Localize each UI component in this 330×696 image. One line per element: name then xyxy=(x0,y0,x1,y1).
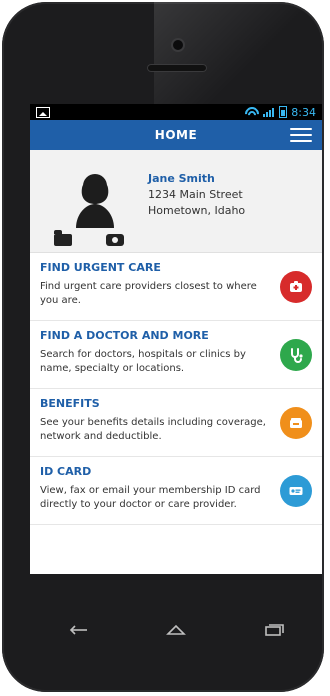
phone-frame: 8:34 HOME Jane Smith 1234 Main Street Ho… xyxy=(2,2,324,692)
home-glyph xyxy=(166,624,186,635)
list-item-desc: Search for doctors, hospitals or clinics… xyxy=(40,349,246,375)
page-title: HOME xyxy=(154,128,198,142)
menu-list: FIND URGENT CARE Find urgent care provid… xyxy=(30,253,322,525)
id-card-glyph xyxy=(289,487,303,495)
camera-icon[interactable] xyxy=(106,234,124,246)
list-item-title: FIND URGENT CARE xyxy=(40,261,161,274)
status-right: 8:34 xyxy=(245,106,316,119)
back-glyph xyxy=(69,625,87,635)
id-card-icon xyxy=(280,475,312,507)
list-item-title: BENEFITS xyxy=(40,397,100,410)
list-item-title: FIND A DOCTOR AND MORE xyxy=(40,329,209,342)
signal-icon xyxy=(263,107,275,117)
list-item-title: ID CARD xyxy=(40,465,92,478)
list-item-urgent-care[interactable]: FIND URGENT CARE Find urgent care provid… xyxy=(30,253,322,321)
status-bar: 8:34 xyxy=(30,104,322,120)
list-item-doctor[interactable]: FIND A DOCTOR AND MORE Search for doctor… xyxy=(30,321,322,389)
benefits-box-glyph xyxy=(290,418,302,428)
back-icon[interactable] xyxy=(65,622,93,638)
recent-apps-icon[interactable] xyxy=(259,622,287,638)
list-item-benefits[interactable]: BENEFITS See your benefits details inclu… xyxy=(30,389,322,457)
medical-kit-icon xyxy=(280,271,312,303)
folder-icon[interactable] xyxy=(54,230,72,246)
recent-apps-glyph xyxy=(265,624,285,636)
stethoscope-icon xyxy=(280,339,312,371)
profile-address-line2: Hometown, Idaho xyxy=(148,204,246,217)
list-item-id-card[interactable]: ID CARD View, fax or email your membersh… xyxy=(30,457,322,525)
status-left xyxy=(36,106,50,118)
female-avatar-icon xyxy=(76,174,114,228)
wifi-icon xyxy=(245,107,259,117)
home-icon[interactable] xyxy=(162,622,190,638)
speaker-grill xyxy=(147,64,207,72)
benefits-box-icon xyxy=(280,407,312,439)
stethoscope-glyph xyxy=(291,348,303,363)
profile-name: Jane Smith xyxy=(148,172,215,185)
list-item-desc: See your benefits details including cove… xyxy=(40,417,266,443)
list-item-desc: Find urgent care providers closest to wh… xyxy=(40,281,257,307)
battery-icon xyxy=(279,106,288,118)
app-bar: HOME xyxy=(30,120,322,150)
medical-kit-glyph xyxy=(290,281,302,292)
status-time: 8:34 xyxy=(291,105,316,119)
avatar xyxy=(66,170,124,232)
list-item-desc: View, fax or email your membership ID ca… xyxy=(40,485,261,511)
profile-actions xyxy=(54,230,124,246)
hamburger-menu-icon[interactable] xyxy=(290,128,312,142)
profile-address-line1: 1234 Main Street xyxy=(148,188,243,201)
front-camera xyxy=(171,38,185,52)
android-nav-bar xyxy=(30,606,322,654)
image-notification-icon xyxy=(36,106,50,118)
app-screen: 8:34 HOME Jane Smith 1234 Main Street Ho… xyxy=(30,104,322,574)
profile-card: Jane Smith 1234 Main Street Hometown, Id… xyxy=(30,150,322,253)
